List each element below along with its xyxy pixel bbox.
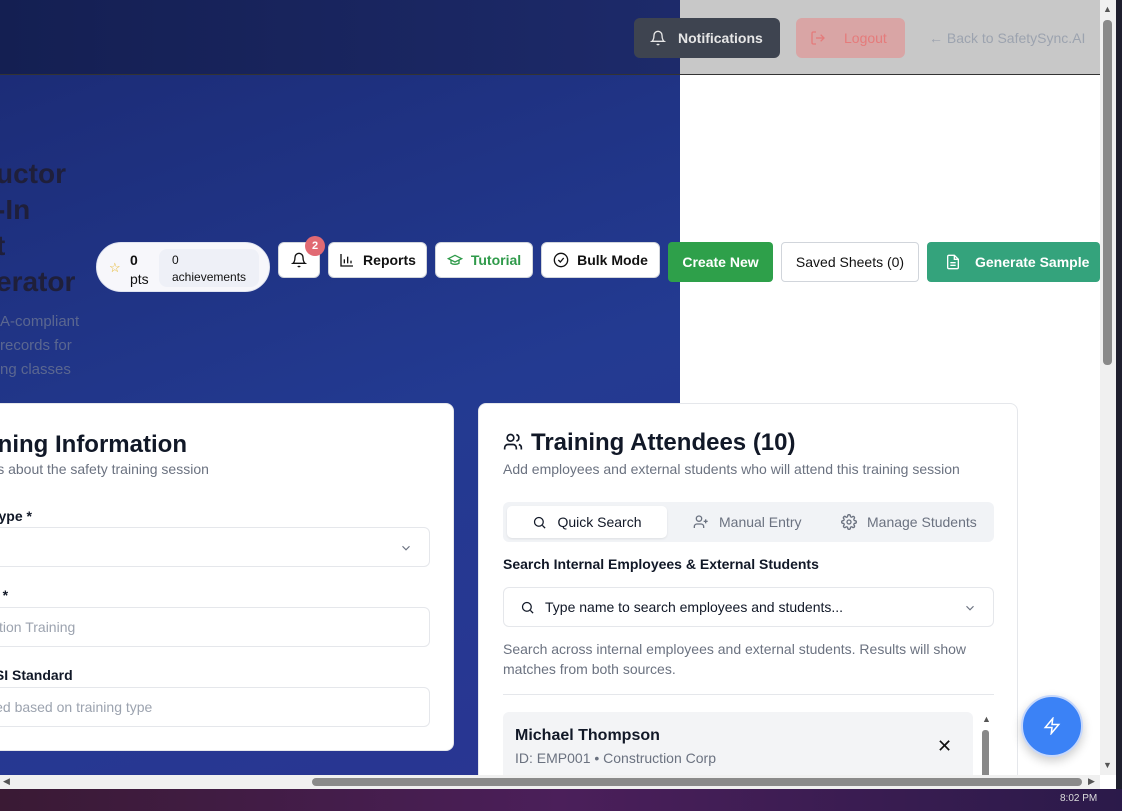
- taskbar-clock: 8:02 PM: [1060, 793, 1098, 804]
- bell-icon: [650, 30, 666, 46]
- search-help-text: Search across internal employees and ext…: [503, 641, 967, 677]
- achievements-label: achievements: [172, 270, 247, 284]
- bar-chart-icon: [340, 254, 354, 267]
- header-left-region: [0, 0, 680, 75]
- points-unit: pts: [130, 271, 149, 287]
- bulk-mode-label: Bulk Mode: [577, 252, 648, 268]
- hero-title-line: -In: [0, 194, 31, 225]
- bell-icon: [291, 252, 307, 268]
- horizontal-scrollbar-thumb[interactable]: [312, 778, 1082, 786]
- lightning-icon: [1043, 717, 1061, 735]
- vertical-scrollbar-thumb[interactable]: [1103, 20, 1112, 365]
- bulk-mode-button[interactable]: Bulk Mode: [541, 242, 660, 278]
- search-placeholder: Type name to search employees and studen…: [545, 599, 844, 615]
- quick-action-button[interactable]: [1021, 695, 1083, 757]
- check-circle-icon: [553, 252, 569, 268]
- attendee-tabs: Quick Search Manual Entry Manage Student…: [503, 502, 994, 542]
- training-information-card: ining Information ils about the safety t…: [0, 403, 454, 751]
- back-to-safetysync-link[interactable]: ← Back to SafetySync.AI: [929, 30, 1085, 46]
- attendee-search-input[interactable]: Type name to search employees and studen…: [503, 587, 994, 627]
- attendee-meta: ID: EMP001 • Construction Corp: [515, 750, 716, 766]
- training-attendees-subtitle: Add employees and external students who …: [503, 461, 960, 477]
- logout-icon: [811, 31, 825, 45]
- generate-sample-label: Generate Sample: [975, 254, 1090, 270]
- header-divider: [0, 74, 1100, 75]
- attendee-name: Michael Thompson: [515, 727, 660, 744]
- ansi-standard-input[interactable]: led based on training type: [0, 687, 430, 727]
- training-information-subtitle: ils about the safety training session: [0, 461, 209, 477]
- vertical-scrollbar[interactable]: ▲ ▼: [1100, 0, 1116, 775]
- create-new-button[interactable]: Create New: [668, 242, 773, 282]
- training-name-label: e *: [0, 587, 9, 603]
- training-information-title: ining Information: [0, 431, 187, 458]
- tutorial-label: Tutorial: [470, 252, 522, 268]
- attendee-list-divider: [503, 694, 994, 695]
- reports-label: Reports: [363, 252, 416, 268]
- search-icon: [521, 601, 534, 614]
- window-frame: [1116, 0, 1122, 811]
- list-scroll-up-icon[interactable]: ▲: [982, 714, 991, 724]
- generate-sample-button[interactable]: Generate Sample: [927, 242, 1100, 282]
- user-plus-icon: [693, 515, 708, 528]
- chevron-down-icon: [402, 545, 410, 551]
- tab-label: Quick Search: [557, 514, 642, 530]
- search-icon: [534, 516, 547, 529]
- hero-title: uctor -In t erator: [0, 156, 75, 300]
- logout-label: Logout: [844, 30, 887, 46]
- remove-attendee-icon[interactable]: ✕: [937, 736, 952, 757]
- training-attendees-title: Training Attendees (10): [531, 429, 796, 456]
- points-badge[interactable]: ☆ 0 pts 0 achievements: [96, 242, 270, 292]
- hero-title-line: erator: [0, 266, 76, 297]
- notifications-button[interactable]: Notifications: [634, 18, 780, 58]
- achievements-display: 0 achievements: [159, 249, 259, 287]
- attendee-item: Michael Thompson ID: EMP001 • Constructi…: [503, 712, 973, 775]
- hero-title-line: t: [0, 230, 6, 261]
- horizontal-scrollbar[interactable]: ◀ ▶: [0, 775, 1100, 789]
- hero-subtitle-line: A-compliant: [0, 313, 80, 330]
- hero-subtitle-line: ng classes: [0, 361, 71, 378]
- star-icon: ☆: [109, 260, 121, 275]
- tab-label: Manual Entry: [719, 514, 802, 530]
- tab-label: Manage Students: [867, 514, 977, 530]
- tab-quick-search[interactable]: Quick Search: [507, 506, 667, 538]
- tutorial-button[interactable]: Tutorial: [435, 242, 533, 278]
- training-name-input[interactable]: ction Training: [0, 607, 430, 647]
- tab-manage-students[interactable]: Manage Students: [841, 506, 977, 538]
- points-display: 0 pts: [130, 251, 149, 289]
- logout-button[interactable]: Logout: [796, 18, 905, 58]
- notification-count-badge: 2: [305, 236, 325, 256]
- training-type-label: Type *: [0, 508, 32, 524]
- scroll-left-icon[interactable]: ◀: [3, 776, 10, 787]
- points-value: 0: [130, 252, 138, 268]
- taskbar: [0, 789, 1122, 811]
- top-header-bar: Notifications Logout ← Back to SafetySyn…: [0, 0, 1100, 75]
- hero-subtitle: A-compliant records for ng classes: [0, 310, 79, 382]
- tab-manual-entry[interactable]: Manual Entry: [693, 506, 801, 538]
- ansi-standard-label: ISI Standard: [0, 667, 73, 683]
- saved-sheets-button[interactable]: Saved Sheets (0): [781, 242, 919, 282]
- search-section-label: Search Internal Employees & External Stu…: [503, 556, 819, 572]
- achievements-value: 0: [172, 253, 179, 267]
- reports-button[interactable]: Reports: [328, 242, 427, 278]
- chevron-down-icon: [966, 605, 974, 611]
- scroll-down-icon[interactable]: ▼: [1103, 760, 1112, 770]
- graduation-cap-icon: [446, 254, 463, 265]
- notifications-label: Notifications: [678, 30, 763, 46]
- list-scrollbar-thumb[interactable]: [982, 730, 989, 775]
- scroll-up-icon[interactable]: ▲: [1103, 4, 1112, 14]
- gear-icon: [841, 514, 857, 530]
- hero-title-line: uctor: [0, 158, 66, 189]
- page-viewport: Notifications Logout ← Back to SafetySyn…: [0, 0, 1100, 775]
- training-attendees-card: Training Attendees (10) Add employees an…: [478, 403, 1018, 775]
- hero-subtitle-line: records for: [0, 337, 72, 354]
- users-icon: [503, 433, 523, 450]
- scroll-right-icon[interactable]: ▶: [1088, 776, 1095, 787]
- document-icon: [947, 254, 959, 270]
- training-type-select[interactable]: [0, 527, 430, 567]
